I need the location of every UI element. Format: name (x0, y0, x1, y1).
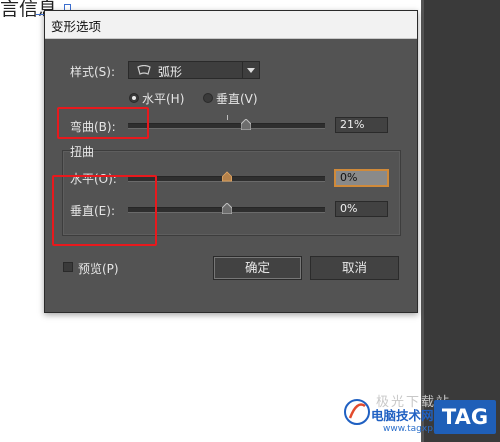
distort-horizontal-value-field[interactable]: 0% (335, 170, 388, 186)
vertical-radio-label[interactable]: 垂直(V) (216, 90, 258, 107)
distort-horizontal-thumb[interactable] (221, 171, 232, 182)
bend-slider-thumb[interactable] (241, 119, 252, 130)
ok-button[interactable]: 确定 (213, 256, 302, 280)
preview-checkbox[interactable] (63, 262, 73, 272)
bend-slider-track[interactable] (128, 123, 325, 129)
distort-vertical-value-field[interactable]: 0% (335, 201, 388, 217)
style-value: 弧形 (158, 65, 183, 79)
bend-center-tick (227, 115, 228, 120)
chevron-down-icon[interactable] (242, 62, 259, 78)
horizontal-radio-label[interactable]: 水平(H) (142, 90, 184, 107)
workspace-panel (424, 0, 500, 442)
preview-label[interactable]: 预览(P) (78, 260, 119, 277)
bend-value-field[interactable]: 21% (335, 117, 388, 133)
warp-options-dialog: 变形选项 样式(S): 弧形 水平(H) 垂直(V) 弯曲(B): 21% 扭曲… (44, 10, 418, 313)
dialog-title: 变形选项 (51, 19, 102, 34)
style-dropdown[interactable]: 弧形 (128, 61, 260, 79)
distort-vertical-thumb[interactable] (221, 203, 232, 214)
watermark-text: 电脑技术网 (371, 408, 434, 423)
cancel-button[interactable]: 取消 (310, 256, 399, 280)
vertical-radio[interactable] (203, 93, 213, 103)
watermark-logo-icon (344, 399, 370, 425)
horizontal-radio[interactable] (129, 93, 139, 103)
distortion-highlight-box (52, 175, 157, 246)
dialog-titlebar[interactable]: 变形选项 (45, 11, 417, 39)
bend-highlight-box (57, 107, 149, 139)
arc-style-icon (137, 65, 151, 75)
watermark-tag-logo: TAG (434, 400, 496, 434)
style-label: 样式(S): (70, 65, 116, 79)
distortion-group-label: 扭曲 (70, 145, 95, 159)
